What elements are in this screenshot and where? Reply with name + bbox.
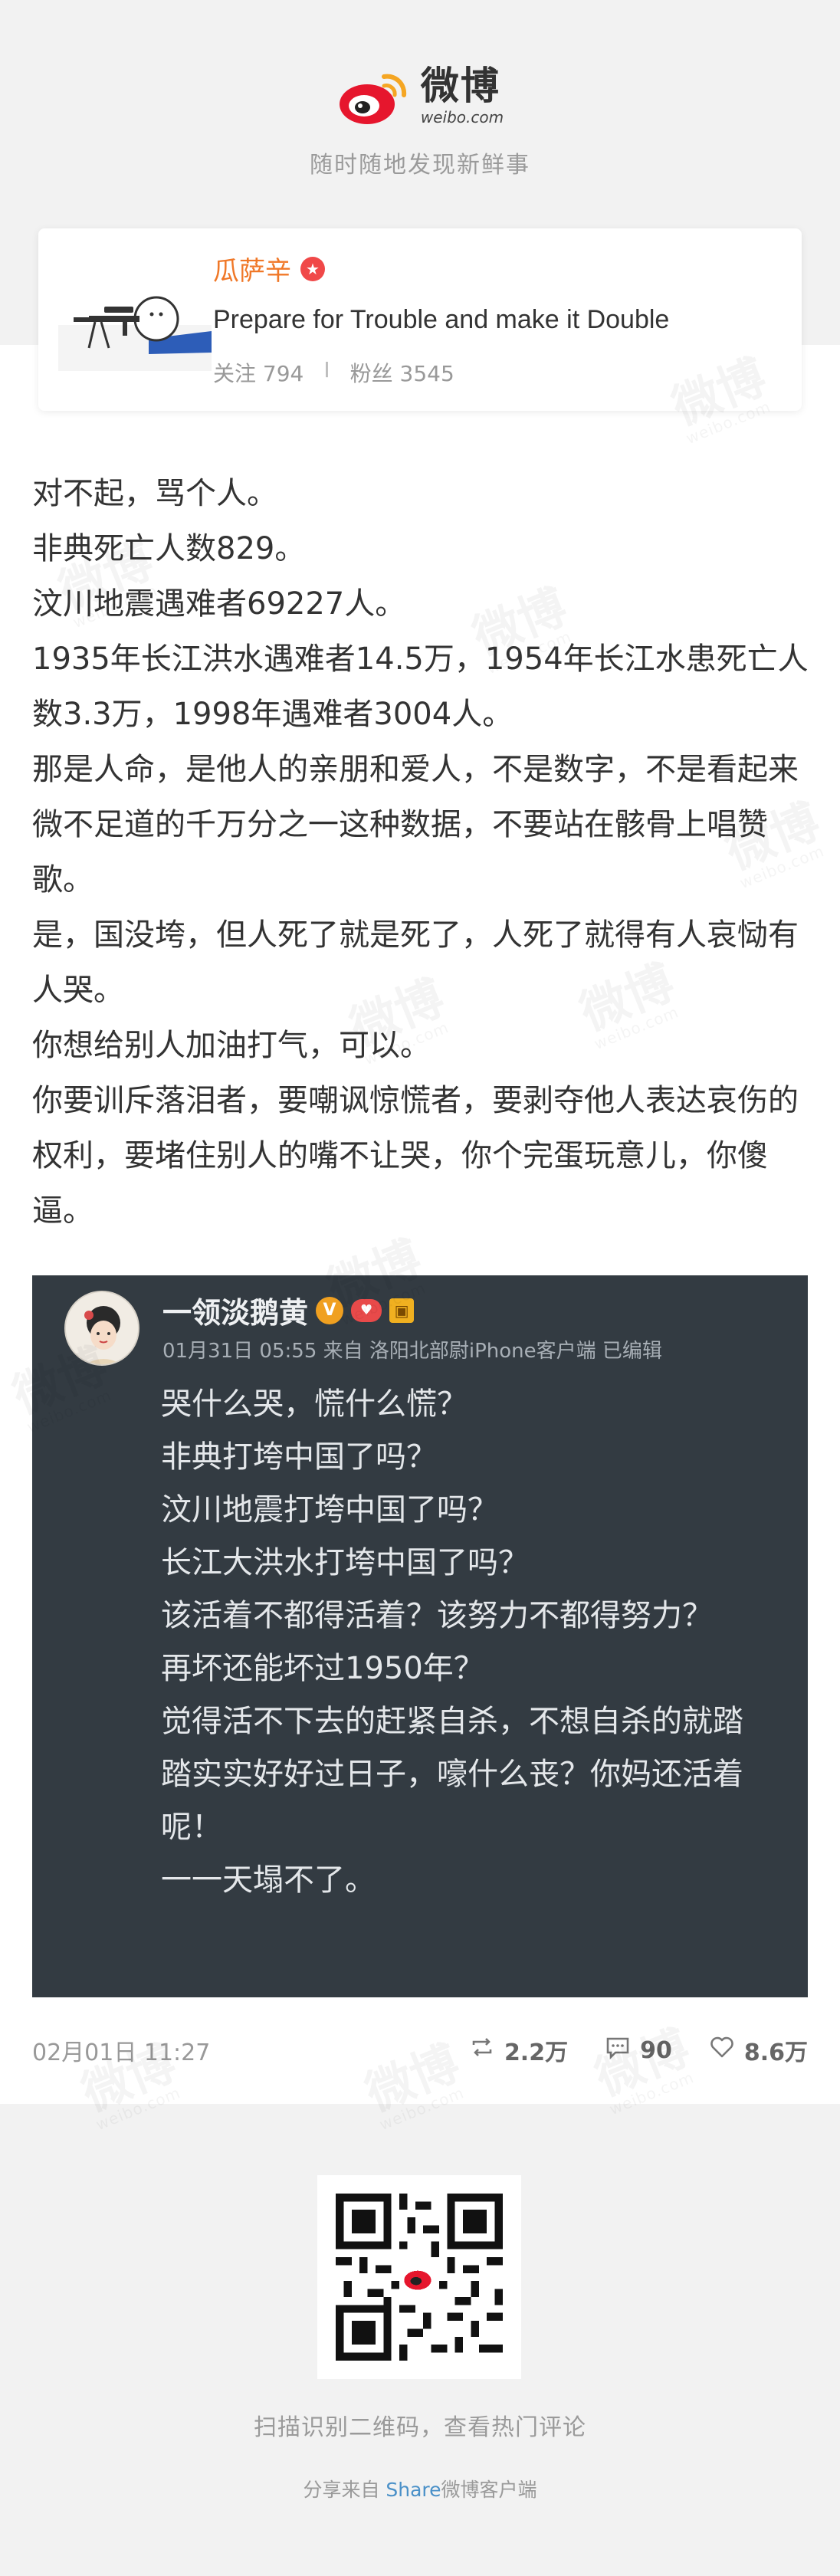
post-paragraph: 汶川地震遇难者69227人。 <box>32 586 406 622</box>
post-paragraph: 你想给别人加油打气，可以。 <box>32 1028 431 1063</box>
quoted-body: 哭什么哭，慌什么慌？ 非典打垮中国了吗？ 汶川地震打垮中国了吗？ 长江大洪水打垮… <box>161 1378 766 1907</box>
quoted-line: 非典打垮中国了吗？ <box>161 1439 437 1475</box>
quoted-line: 一一天塌不了。 <box>161 1862 376 1898</box>
qr-code <box>317 2175 521 2379</box>
post-paragraph: 是，国没垮，但人死了就是死了，人死了就得有人哀恸有人哭。 <box>32 917 799 1008</box>
slogan: 随时随地发现新鲜事 <box>310 152 530 179</box>
comment-count: 90 <box>640 2036 672 2064</box>
avatar[interactable] <box>58 271 212 371</box>
post-paragraph: 对不起，骂个人。 <box>32 476 277 511</box>
weibo-eye-icon <box>336 66 413 127</box>
logo-wordmark: 微博 <box>420 64 500 108</box>
post-actions: 2.2万 90 8.6万 <box>469 2033 808 2067</box>
profile-stats: 关注 794 I 粉丝 3545 <box>213 357 454 388</box>
quoted-user: 一领淡鹅黄 V ♥ ▣ <box>162 1289 415 1331</box>
post-date: 02月01日 11:27 <box>32 2039 211 2066</box>
quoted-user-name: 一领淡鹅黄 <box>162 1296 309 1330</box>
verified-v-icon: V <box>316 1296 344 1324</box>
quoted-avatar <box>64 1291 139 1366</box>
share-source: 分享来自 Share微博客户端 <box>0 2475 840 2502</box>
post-paragraph: 那是人命，是他人的亲朋和爱人，不是数字，不是看起来微不足道的千万分之一这种数据，… <box>32 752 799 897</box>
heart-badge-icon: ♥ <box>351 1298 382 1322</box>
profile-bio: Prepare for Trouble and make it Double <box>213 305 670 334</box>
quoted-screenshot-image[interactable]: 一领淡鹅黄 V ♥ ▣ 01月31日 05:55 来自 洛阳北部尉iPhone客… <box>32 1275 808 1997</box>
stats-separator: I <box>323 357 330 382</box>
repost-button[interactable]: 2.2万 <box>469 2033 568 2067</box>
comment-button[interactable]: 90 <box>605 2034 672 2066</box>
quoted-line: 觉得活不下去的赶紧自杀，不想自杀的就踏踏实实好好过日子，嚎什么丧？你妈还活着呢！ <box>161 1704 743 1845</box>
quoted-line: 该活着不都得活着？该努力不都得努力？ <box>161 1598 713 1633</box>
quoted-line: 哭什么哭，慌什么慌？ <box>161 1386 468 1422</box>
like-count: 8.6万 <box>743 2039 808 2066</box>
quoted-meta: 01月31日 05:55 来自 洛阳北部尉iPhone客户端 已编辑 <box>162 1340 662 1363</box>
comment-icon <box>605 2034 631 2066</box>
post-text: 对不起，骂个人。 非典死亡人数829。 汶川地震遇难者69227人。 1935年… <box>32 466 814 1239</box>
logo-url: weibo.com <box>420 108 504 126</box>
repost-count: 2.2万 <box>504 2039 569 2066</box>
verified-badge-icon: ★ <box>300 256 325 281</box>
share-suffix: 微博客户端 <box>441 2479 537 2501</box>
qr-tip: 扫描识别二维码，查看热门评论 <box>254 2414 586 2441</box>
member-badge-icon: ▣ <box>389 1298 415 1323</box>
heart-icon <box>709 2034 735 2066</box>
follow-count[interactable]: 关注 794 <box>213 357 304 388</box>
share-app-link[interactable]: Share <box>386 2479 441 2501</box>
post-paragraph: 非典死亡人数829。 <box>32 531 306 566</box>
profile-card[interactable]: 瓜萨辛 ★ Prepare for Trouble and make it Do… <box>38 228 802 411</box>
post-footer: 02月01日 11:27 2.2万 90 8.6万 <box>32 2031 808 2069</box>
like-button[interactable]: 8.6万 <box>709 2033 808 2067</box>
profile-name[interactable]: 瓜萨辛 ★ <box>213 250 325 287</box>
post-paragraph: 你要训斥落泪者，要嘲讽惊慌者，要剥夺他人表达哀伤的权利，要堵住别人的嘴不让哭，你… <box>32 1083 799 1229</box>
weibo-logo: 微博 weibo.com <box>0 66 840 130</box>
share-prefix: 分享来自 <box>303 2479 386 2501</box>
quoted-line: 长江大洪水打垮中国了吗？ <box>161 1545 529 1580</box>
repost-icon <box>469 2034 495 2066</box>
quoted-line: 再坏还能坏过1950年？ <box>161 1651 484 1686</box>
quoted-line: 汶川地震打垮中国了吗？ <box>161 1492 498 1528</box>
profile-name-text[interactable]: 瓜萨辛 <box>213 250 291 287</box>
post-paragraph: 1935年长江洪水遇难者14.5万，1954年长江水患死亡人数3.3万，1998… <box>32 642 809 732</box>
fans-count[interactable]: 粉丝 3545 <box>350 357 454 388</box>
